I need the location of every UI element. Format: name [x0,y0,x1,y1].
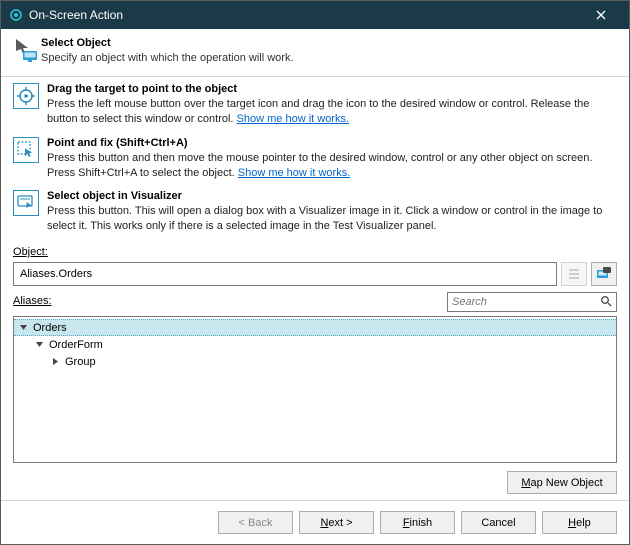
window-title: On-Screen Action [29,8,581,22]
method-title: Select object in Visualizer [47,190,617,202]
collapse-icon[interactable] [18,322,29,333]
wizard-header: Select Object Specify an object with whi… [1,29,629,77]
collapse-icon[interactable] [34,339,45,350]
point-fix-icon[interactable] [13,137,39,163]
search-icon [600,295,612,310]
tree-node-orders[interactable]: Orders [14,319,616,336]
method-desc: Press this button. This will open a dial… [47,204,617,234]
show-me-link[interactable]: Show me how it works. [238,167,350,179]
visualizer-icon[interactable] [13,190,39,216]
wizard-footer: < Back Next > Finish Cancel Help [1,500,629,544]
help-button[interactable]: Help [542,511,617,534]
header-title: Select Object [41,37,294,49]
aliases-tree[interactable]: Orders OrderForm Group [13,316,617,463]
search-input[interactable] [452,296,600,308]
object-label: Object: [13,246,48,258]
list-button [561,262,587,286]
highlight-button[interactable] [591,262,617,286]
next-button[interactable]: Next > [299,511,374,534]
app-icon [9,8,23,22]
finish-button[interactable]: Finish [380,511,455,534]
method-desc: Press the left mouse button over the tar… [47,97,617,127]
object-input[interactable] [13,262,557,286]
aliases-label: Aliases: [13,295,52,307]
cursor-monitor-icon [13,37,41,66]
dialog-window: On-Screen Action Select Object Specify a… [0,0,630,545]
tree-node-group[interactable]: Group [14,353,616,370]
close-button[interactable] [581,1,621,29]
show-me-link[interactable]: Show me how it works. [237,113,349,125]
cancel-button[interactable]: Cancel [461,511,536,534]
expand-icon[interactable] [50,356,61,367]
method-desc: Press this button and then move the mous… [47,151,617,181]
header-subtitle: Specify an object with which the operati… [41,52,294,64]
methods-list: Drag the target to point to the object P… [1,77,629,244]
map-new-object-button[interactable]: Map New Object [507,471,617,494]
titlebar: On-Screen Action [1,1,629,29]
method-title: Drag the target to point to the object [47,83,617,95]
method-title: Point and fix (Shift+Ctrl+A) [47,137,617,149]
method-point-fix: Point and fix (Shift+Ctrl+A) Press this … [13,137,617,181]
back-button: < Back [218,511,293,534]
method-visualizer: Select object in Visualizer Press this b… [13,190,617,234]
tree-node-orderform[interactable]: OrderForm [14,336,616,353]
search-box[interactable] [447,292,617,312]
target-icon[interactable] [13,83,39,109]
method-drag-target: Drag the target to point to the object P… [13,83,617,127]
